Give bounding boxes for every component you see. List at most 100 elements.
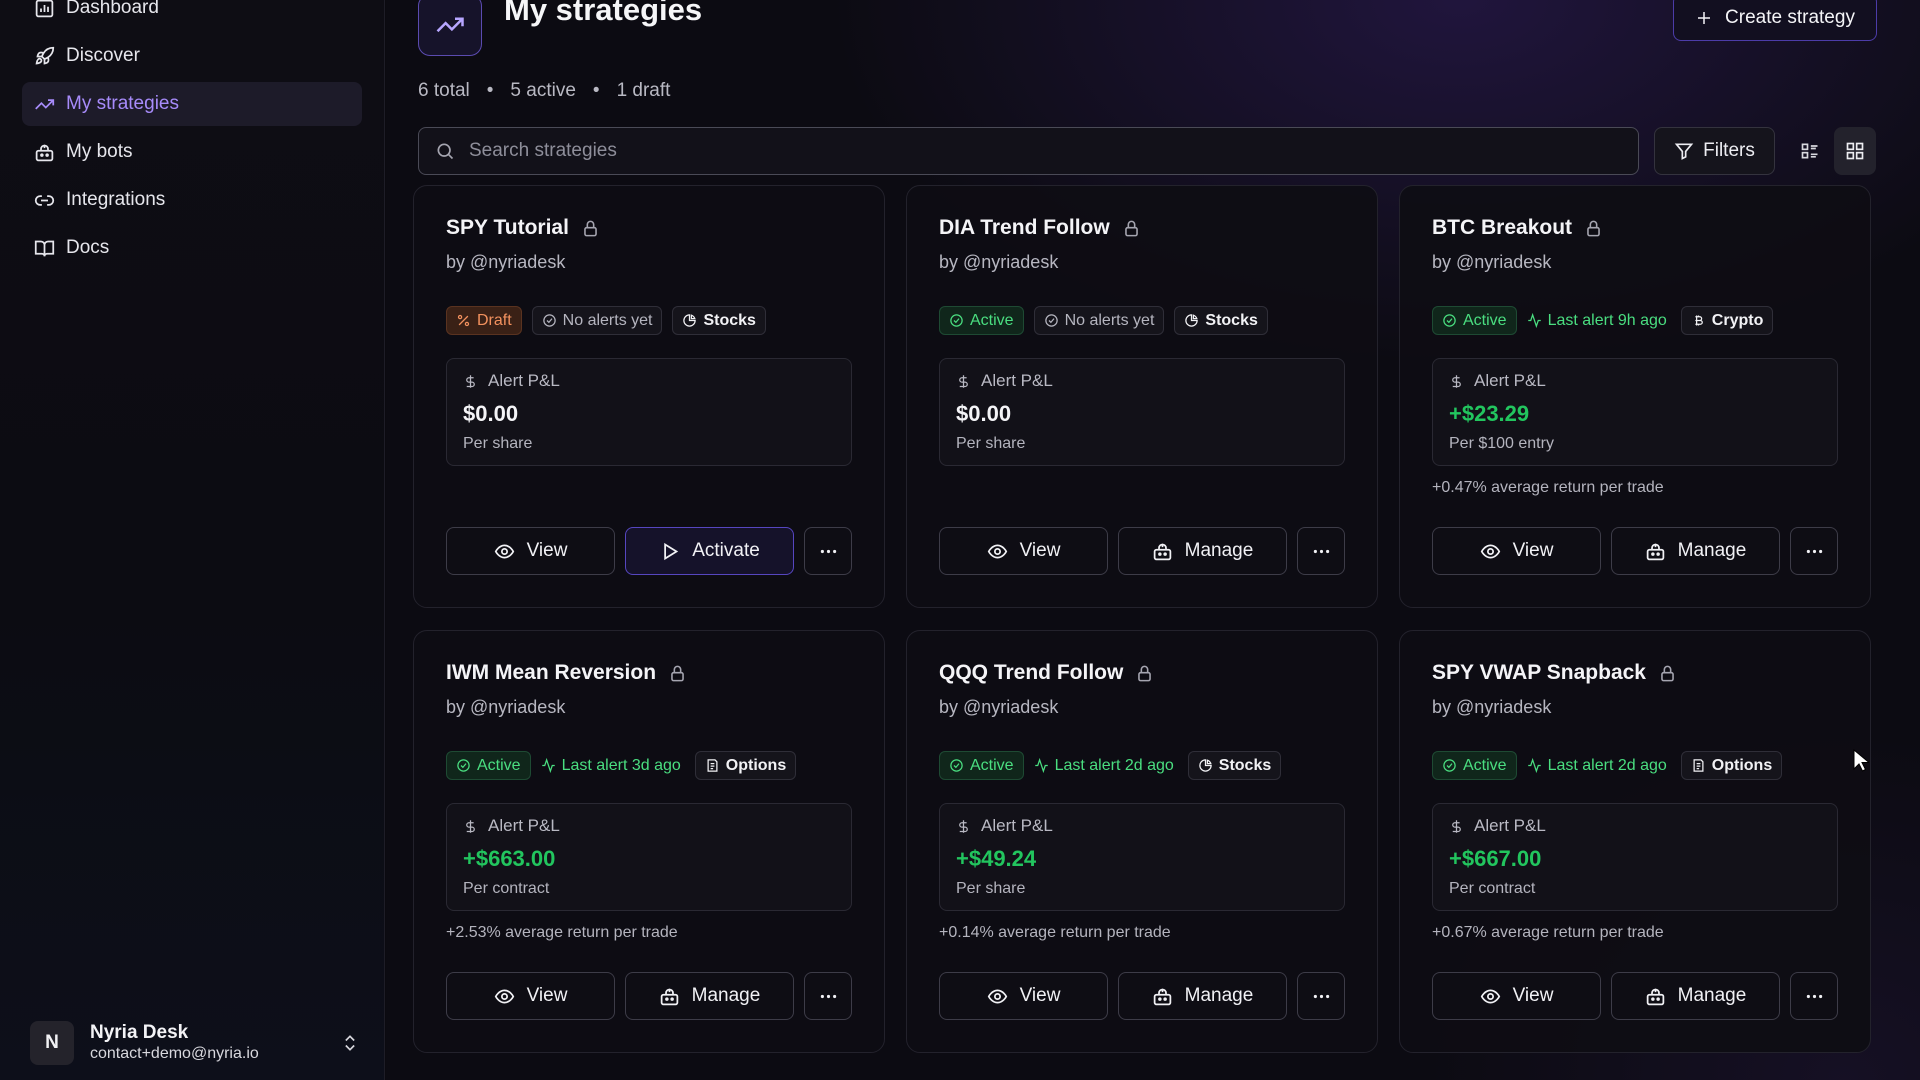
create-strategy-button[interactable]: Create strategy bbox=[1673, 0, 1877, 41]
pnl-label: Alert P&L bbox=[488, 816, 560, 835]
more-horizontal-icon bbox=[820, 994, 836, 998]
strategy-card[interactable]: BTC Breakout by @nyriadesk Active Last a… bbox=[1399, 185, 1871, 608]
manage-button[interactable]: Manage bbox=[1611, 527, 1780, 575]
filters-button[interactable]: Filters bbox=[1654, 127, 1775, 175]
alert-badge: Last alert 2d ago bbox=[1034, 751, 1178, 780]
strategy-card[interactable]: SPY VWAP Snapback by @nyriadesk Active L… bbox=[1399, 630, 1871, 1053]
avatar: N bbox=[30, 1021, 74, 1065]
more-options-button[interactable] bbox=[1297, 972, 1345, 1020]
stat-separator: • bbox=[486, 80, 494, 101]
sidebar-item-label: Integrations bbox=[66, 189, 166, 210]
grid-view-toggle[interactable] bbox=[1834, 127, 1876, 175]
manage-button[interactable]: Manage bbox=[625, 972, 794, 1020]
strategy-card[interactable]: SPY Tutorial by @nyriadesk Draft No aler… bbox=[413, 185, 885, 608]
pnl-label-row: Alert P&L bbox=[463, 816, 560, 836]
strategies-title-icon bbox=[418, 0, 482, 56]
sidebar-item-integrations[interactable]: Integrations bbox=[22, 178, 362, 222]
sidebar: Dashboard Discover My strategies My bots… bbox=[0, 0, 385, 1080]
pnl-label: Alert P&L bbox=[1474, 371, 1546, 390]
view-label: View bbox=[526, 985, 568, 1006]
eye-icon bbox=[987, 988, 1007, 1004]
more-horizontal-icon bbox=[1806, 994, 1822, 998]
average-return: +0.67% average return per trade bbox=[1432, 924, 1664, 941]
view-button[interactable]: View bbox=[939, 527, 1108, 575]
user-menu[interactable]: N Nyria Desk contact+demo@nyria.io bbox=[30, 1020, 360, 1066]
strategy-title-row: QQQ Trend Follow bbox=[939, 661, 1154, 685]
manage-label: Manage bbox=[1184, 985, 1254, 1006]
strategy-badges: Active Last alert 2d ago Stocks bbox=[939, 751, 1291, 780]
user-name: Nyria Desk bbox=[90, 1022, 189, 1043]
view-button[interactable]: View bbox=[1432, 527, 1601, 575]
sidebar-item-label: Discover bbox=[66, 45, 140, 66]
pnl-value: +$663.00 bbox=[463, 846, 556, 871]
manage-button[interactable]: Manage bbox=[1118, 527, 1287, 575]
view-label: View bbox=[1019, 985, 1061, 1006]
dollar-icon bbox=[959, 374, 968, 388]
document-icon bbox=[707, 759, 718, 772]
average-return: +0.14% average return per trade bbox=[939, 924, 1171, 941]
user-info: Nyria Desk contact+demo@nyria.io bbox=[90, 1022, 259, 1064]
strategy-author: by @nyriadesk bbox=[446, 697, 566, 717]
chevrons-up-down-icon[interactable] bbox=[340, 1032, 360, 1054]
activity-icon bbox=[1034, 758, 1048, 773]
eye-icon bbox=[987, 543, 1007, 559]
lock-icon bbox=[671, 665, 684, 681]
strategy-card[interactable]: QQQ Trend Follow by @nyriadesk Active La… bbox=[906, 630, 1378, 1053]
pnl-unit: Per share bbox=[463, 435, 533, 452]
sidebar-item-my-strategies[interactable]: My strategies bbox=[22, 82, 362, 126]
status-badge: Active bbox=[939, 751, 1024, 780]
bot-icon bbox=[660, 988, 678, 1005]
sidebar-item-label: Dashboard bbox=[66, 0, 159, 18]
pnl-label: Alert P&L bbox=[1474, 816, 1546, 835]
strategy-badges: Active Last alert 2d ago Options bbox=[1432, 751, 1792, 780]
check-circle-icon bbox=[457, 759, 470, 772]
status-badge: Active bbox=[939, 306, 1024, 335]
strategy-title: SPY VWAP Snapback bbox=[1432, 661, 1646, 684]
link-icon bbox=[34, 194, 55, 206]
sidebar-item-my-bots[interactable]: My bots bbox=[22, 130, 362, 174]
grid-view-icon bbox=[1846, 142, 1864, 160]
manage-label: Manage bbox=[1677, 985, 1747, 1006]
more-options-button[interactable] bbox=[1297, 527, 1345, 575]
list-view-toggle[interactable] bbox=[1789, 127, 1831, 175]
strategy-card[interactable]: DIA Trend Follow by @nyriadesk Active No… bbox=[906, 185, 1378, 608]
list-view-icon bbox=[1801, 143, 1818, 159]
view-button[interactable]: View bbox=[1432, 972, 1601, 1020]
strategy-card[interactable]: IWM Mean Reversion by @nyriadesk Active … bbox=[413, 630, 885, 1053]
view-button[interactable]: View bbox=[446, 527, 615, 575]
more-options-button[interactable] bbox=[804, 527, 852, 575]
strategy-title: QQQ Trend Follow bbox=[939, 661, 1124, 684]
manage-button[interactable]: Manage bbox=[1118, 972, 1287, 1020]
strategy-title-row: DIA Trend Follow bbox=[939, 216, 1141, 240]
alert-pnl-panel: Alert P&L +$23.29 Per $100 entry bbox=[1432, 358, 1838, 466]
percent-icon bbox=[457, 314, 470, 327]
sidebar-item-discover[interactable]: Discover bbox=[22, 34, 362, 78]
more-options-button[interactable] bbox=[804, 972, 852, 1020]
card-actions: View Manage bbox=[1432, 972, 1838, 1020]
alert-badge: No alerts yet bbox=[1033, 306, 1165, 335]
average-return: +2.53% average return per trade bbox=[446, 924, 678, 941]
more-options-button[interactable] bbox=[1790, 527, 1838, 575]
activate-button[interactable]: Activate bbox=[625, 527, 794, 575]
search-input[interactable]: Search strategies bbox=[418, 127, 1639, 175]
strategy-title: BTC Breakout bbox=[1432, 216, 1573, 239]
dollar-icon bbox=[1452, 819, 1461, 833]
clock-check-icon bbox=[542, 314, 556, 327]
view-button[interactable]: View bbox=[939, 972, 1108, 1020]
average-return: +0.47% average return per trade bbox=[1432, 479, 1664, 496]
strategy-title-row: SPY Tutorial bbox=[446, 216, 600, 240]
pnl-label: Alert P&L bbox=[981, 371, 1053, 390]
lock-icon bbox=[1587, 220, 1600, 236]
pnl-label: Alert P&L bbox=[981, 816, 1053, 835]
manage-button[interactable]: Manage bbox=[1611, 972, 1780, 1020]
sidebar-item-dashboard[interactable]: Dashboard bbox=[22, 0, 362, 30]
pnl-value: $0.00 bbox=[956, 401, 1012, 426]
view-button[interactable]: View bbox=[446, 972, 615, 1020]
strategy-author: by @nyriadesk bbox=[1432, 252, 1552, 272]
more-options-button[interactable] bbox=[1790, 972, 1838, 1020]
lock-icon bbox=[1661, 665, 1674, 681]
pnl-label-row: Alert P&L bbox=[463, 371, 560, 391]
sidebar-item-docs[interactable]: Docs bbox=[22, 226, 362, 270]
pnl-label-row: Alert P&L bbox=[1449, 371, 1546, 391]
bot-icon bbox=[1646, 988, 1664, 1005]
